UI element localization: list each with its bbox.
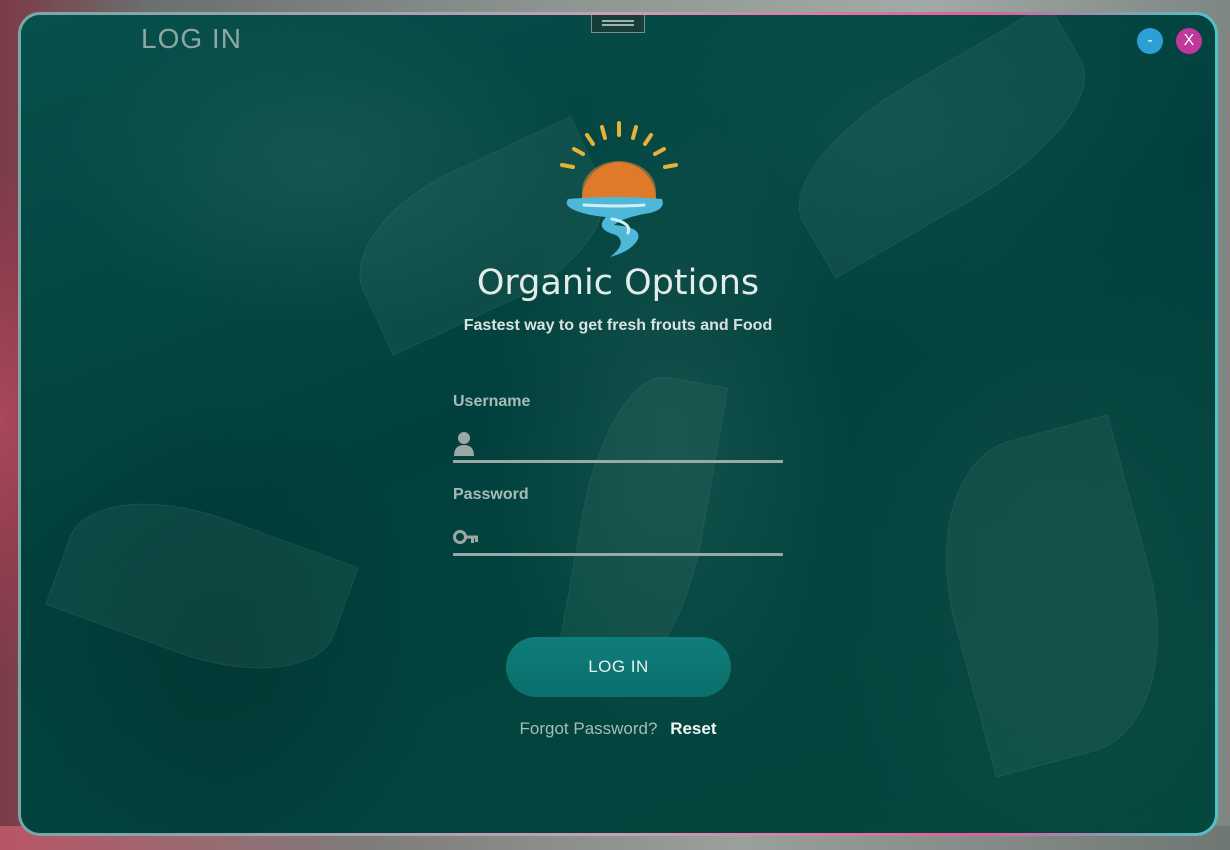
login-window: LOG IN - X Organic Options Fastest way t…	[18, 12, 1218, 836]
minimize-button[interactable]: -	[1137, 28, 1163, 54]
password-field[interactable]	[453, 520, 783, 556]
sun-over-river-logo-icon	[560, 121, 678, 257]
password-input[interactable]	[487, 522, 781, 554]
username-field[interactable]	[453, 427, 783, 463]
reset-link[interactable]: Reset	[670, 719, 716, 738]
brand-name: Organic Options	[476, 263, 760, 303]
key-icon	[453, 530, 478, 544]
brand-tagline: Fastest way to get fresh frouts and Food	[463, 317, 773, 334]
leaf-decoration	[45, 471, 359, 701]
username-input[interactable]	[487, 429, 781, 461]
forgot-password-row: Forgot Password? Reset	[21, 719, 1215, 739]
password-label: Password	[453, 486, 529, 503]
login-button[interactable]: LOG IN	[506, 637, 731, 697]
window-title: LOG IN	[141, 23, 242, 54]
close-button[interactable]: X	[1176, 28, 1202, 54]
user-icon	[454, 432, 474, 456]
forgot-password-text: Forgot Password?	[519, 719, 658, 738]
username-label: Username	[453, 393, 531, 410]
drag-handle[interactable]	[591, 15, 645, 33]
leaf-decoration	[769, 15, 1115, 279]
